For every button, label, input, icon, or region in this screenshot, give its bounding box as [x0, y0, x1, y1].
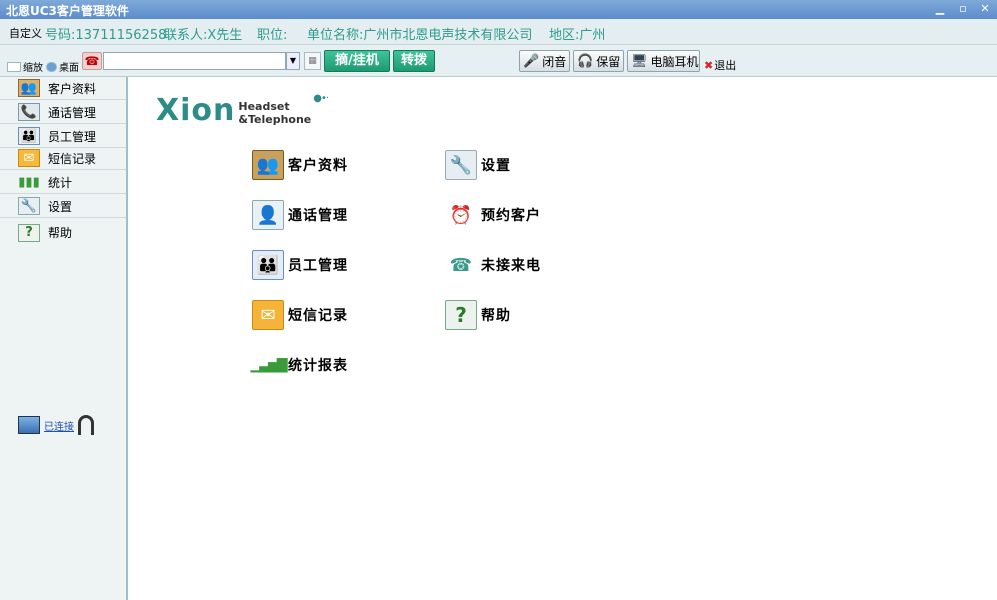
chevron-down-icon[interactable]: ▼ [286, 52, 300, 70]
sidebar-item-calls[interactable]: 📞 通话管理 [0, 101, 126, 124]
desktop-label: 桌面 [59, 63, 79, 74]
customer-info-bar: 自定义 号码:13711156258 联系人:X先生 职位: 单位名称:广州市北… [0, 19, 997, 45]
sidebar-item-staff[interactable]: 👪 员工管理 [0, 125, 126, 148]
tile-sms[interactable]: ✉ 短信记录 [252, 300, 348, 330]
connection-status: 已连接 [18, 415, 94, 435]
tile-reports[interactable]: ▁▃▅▇ 统计报表 [250, 350, 348, 380]
tile-label: 未接来电 [481, 258, 541, 274]
pc-headset-label: 电脑耳机 [650, 54, 699, 69]
brand-logo: Xion Headset &Telephone ●•· [156, 93, 329, 128]
sidebar-item-label: 设置 [48, 199, 73, 214]
connection-status-text: 已连接 [44, 421, 74, 433]
tile-label: 预约客户 [481, 208, 541, 224]
call-toolbar: 缩放 桌面 ☎ ▼ ▦ 摘/挂机 转拨 🎤 闭音 🎧 保留 🖥 电脑耳机 ✖ 退… [0, 45, 997, 77]
tile-settings[interactable]: 🔧 设置 [445, 150, 511, 180]
contacts-icon: 👥 [252, 150, 284, 180]
tile-customers[interactable]: 👥 客户资料 [252, 150, 348, 180]
sidebar-item-sms[interactable]: ✉ 短信记录 [0, 147, 126, 170]
shrink-toggle[interactable]: 缩放 [7, 59, 43, 74]
sidebar-item-label: 统计 [48, 175, 73, 190]
restore-button[interactable]: ▫ [955, 2, 971, 16]
close-button[interactable]: ✕ [977, 2, 993, 16]
mute-button[interactable]: 🎤 闭音 [519, 50, 570, 72]
shrink-label: 缩放 [23, 63, 43, 74]
contact-name: 联系人:X先生 [164, 28, 243, 43]
computer-icon: 🖥 [631, 53, 648, 69]
hold-button[interactable]: 🎧 保留 [573, 50, 624, 72]
region: 地区:广州 [549, 28, 606, 43]
transfer-button[interactable]: 转拨 [393, 50, 435, 72]
hold-label: 保留 [596, 54, 621, 69]
dial-number-input[interactable] [103, 52, 286, 70]
logo-brand: Xion [156, 93, 236, 128]
missed-call-icon: ☎ [449, 254, 473, 276]
window-title: 北恩UC3客户管理软件 [6, 4, 129, 18]
tile-missed-calls[interactable]: ☎ 未接来电 [445, 250, 541, 280]
sidebar-item-stats[interactable]: ▮▮▮ 统计 [0, 171, 126, 194]
exit-button[interactable]: ✖ 退出 [704, 57, 736, 73]
sidebar-item-label: 通话管理 [48, 105, 97, 120]
sidebar-item-label: 短信记录 [48, 151, 97, 166]
staff-icon: 👪 [18, 127, 40, 145]
sidebar-item-label: 帮助 [48, 226, 73, 240]
logo-tagline: Headset &Telephone [238, 100, 311, 126]
window-titlebar: 北恩UC3客户管理软件 ▁ ▫ ✕ [0, 0, 997, 19]
main-panel: Xion Headset &Telephone ●•· 👥 客户资料 🔧 设置 … [130, 77, 997, 600]
bar-chart-icon: ▮▮▮ [18, 174, 40, 190]
headset-icon [78, 415, 94, 435]
exit-label: 退出 [714, 59, 737, 72]
mute-label: 闭音 [542, 54, 567, 69]
tile-label: 统计报表 [288, 358, 348, 374]
computer-icon [18, 416, 40, 434]
envelope-icon: ✉ [18, 149, 40, 167]
tile-label: 通话管理 [288, 208, 348, 224]
close-icon: ✖ [704, 58, 714, 72]
tile-help[interactable]: ? 帮助 [445, 300, 511, 330]
desktop-toggle[interactable]: 桌面 [46, 59, 79, 74]
logo-line2: &Telephone [238, 113, 312, 126]
sidebar: 👥 客户资料 📞 通话管理 👪 员工管理 ✉ 短信记录 ▮▮▮ 统计 🔧 设置 … [0, 77, 128, 600]
microphone-icon: 🎤 [523, 53, 540, 69]
help-icon: ? [445, 300, 477, 330]
settings-icon: 🔧 [445, 150, 477, 180]
pickup-hangup-button[interactable]: 摘/挂机 [324, 50, 390, 72]
desktop-icon [46, 61, 57, 72]
phone-icon[interactable]: ☎ [82, 52, 102, 70]
help-icon: ? [18, 223, 40, 242]
position-label: 职位: [257, 28, 288, 43]
tile-staff[interactable]: 👪 员工管理 [252, 250, 348, 280]
call-management-icon: 📞 [18, 103, 40, 121]
pc-headset-button[interactable]: 🖥 电脑耳机 [627, 50, 700, 72]
settings-icon: 🔧 [18, 197, 40, 215]
tile-calls[interactable]: 👤 通话管理 [252, 200, 348, 230]
keypad-icon[interactable]: ▦ [304, 52, 321, 70]
tile-label: 短信记录 [288, 308, 348, 324]
custom-button[interactable]: 自定义 [9, 25, 42, 41]
sidebar-item-customers[interactable]: 👥 客户资料 [0, 77, 126, 100]
sidebar-item-settings[interactable]: 🔧 设置 [0, 195, 126, 218]
headphones-icon: 🎧 [577, 53, 594, 69]
sidebar-item-help[interactable]: ? 帮助 [0, 221, 126, 244]
logo-line1: Headset [238, 100, 290, 113]
tile-label: 设置 [481, 158, 511, 174]
shrink-icon [7, 61, 21, 72]
tile-appointments[interactable]: ⏰ 预约客户 [445, 200, 541, 230]
bar-chart-icon: ▁▃▅▇ [250, 357, 287, 373]
contacts-icon: 👥 [18, 79, 40, 97]
envelope-icon: ✉ [252, 300, 284, 330]
tile-label: 帮助 [481, 308, 511, 324]
call-management-icon: 👤 [252, 200, 284, 230]
staff-icon: 👪 [252, 250, 284, 280]
phone-number: 号码:13711156258 [45, 28, 167, 43]
tile-label: 员工管理 [288, 258, 348, 274]
minimize-button[interactable]: ▁ [932, 2, 948, 16]
alarm-clock-icon: ⏰ [449, 204, 473, 226]
sidebar-item-label: 员工管理 [48, 129, 97, 144]
tile-label: 客户资料 [288, 158, 348, 174]
company-name: 单位名称:广州市北恩电声技术有限公司 [307, 28, 533, 43]
logo-dots: ●•· [313, 93, 329, 104]
sidebar-item-label: 客户资料 [48, 81, 97, 96]
